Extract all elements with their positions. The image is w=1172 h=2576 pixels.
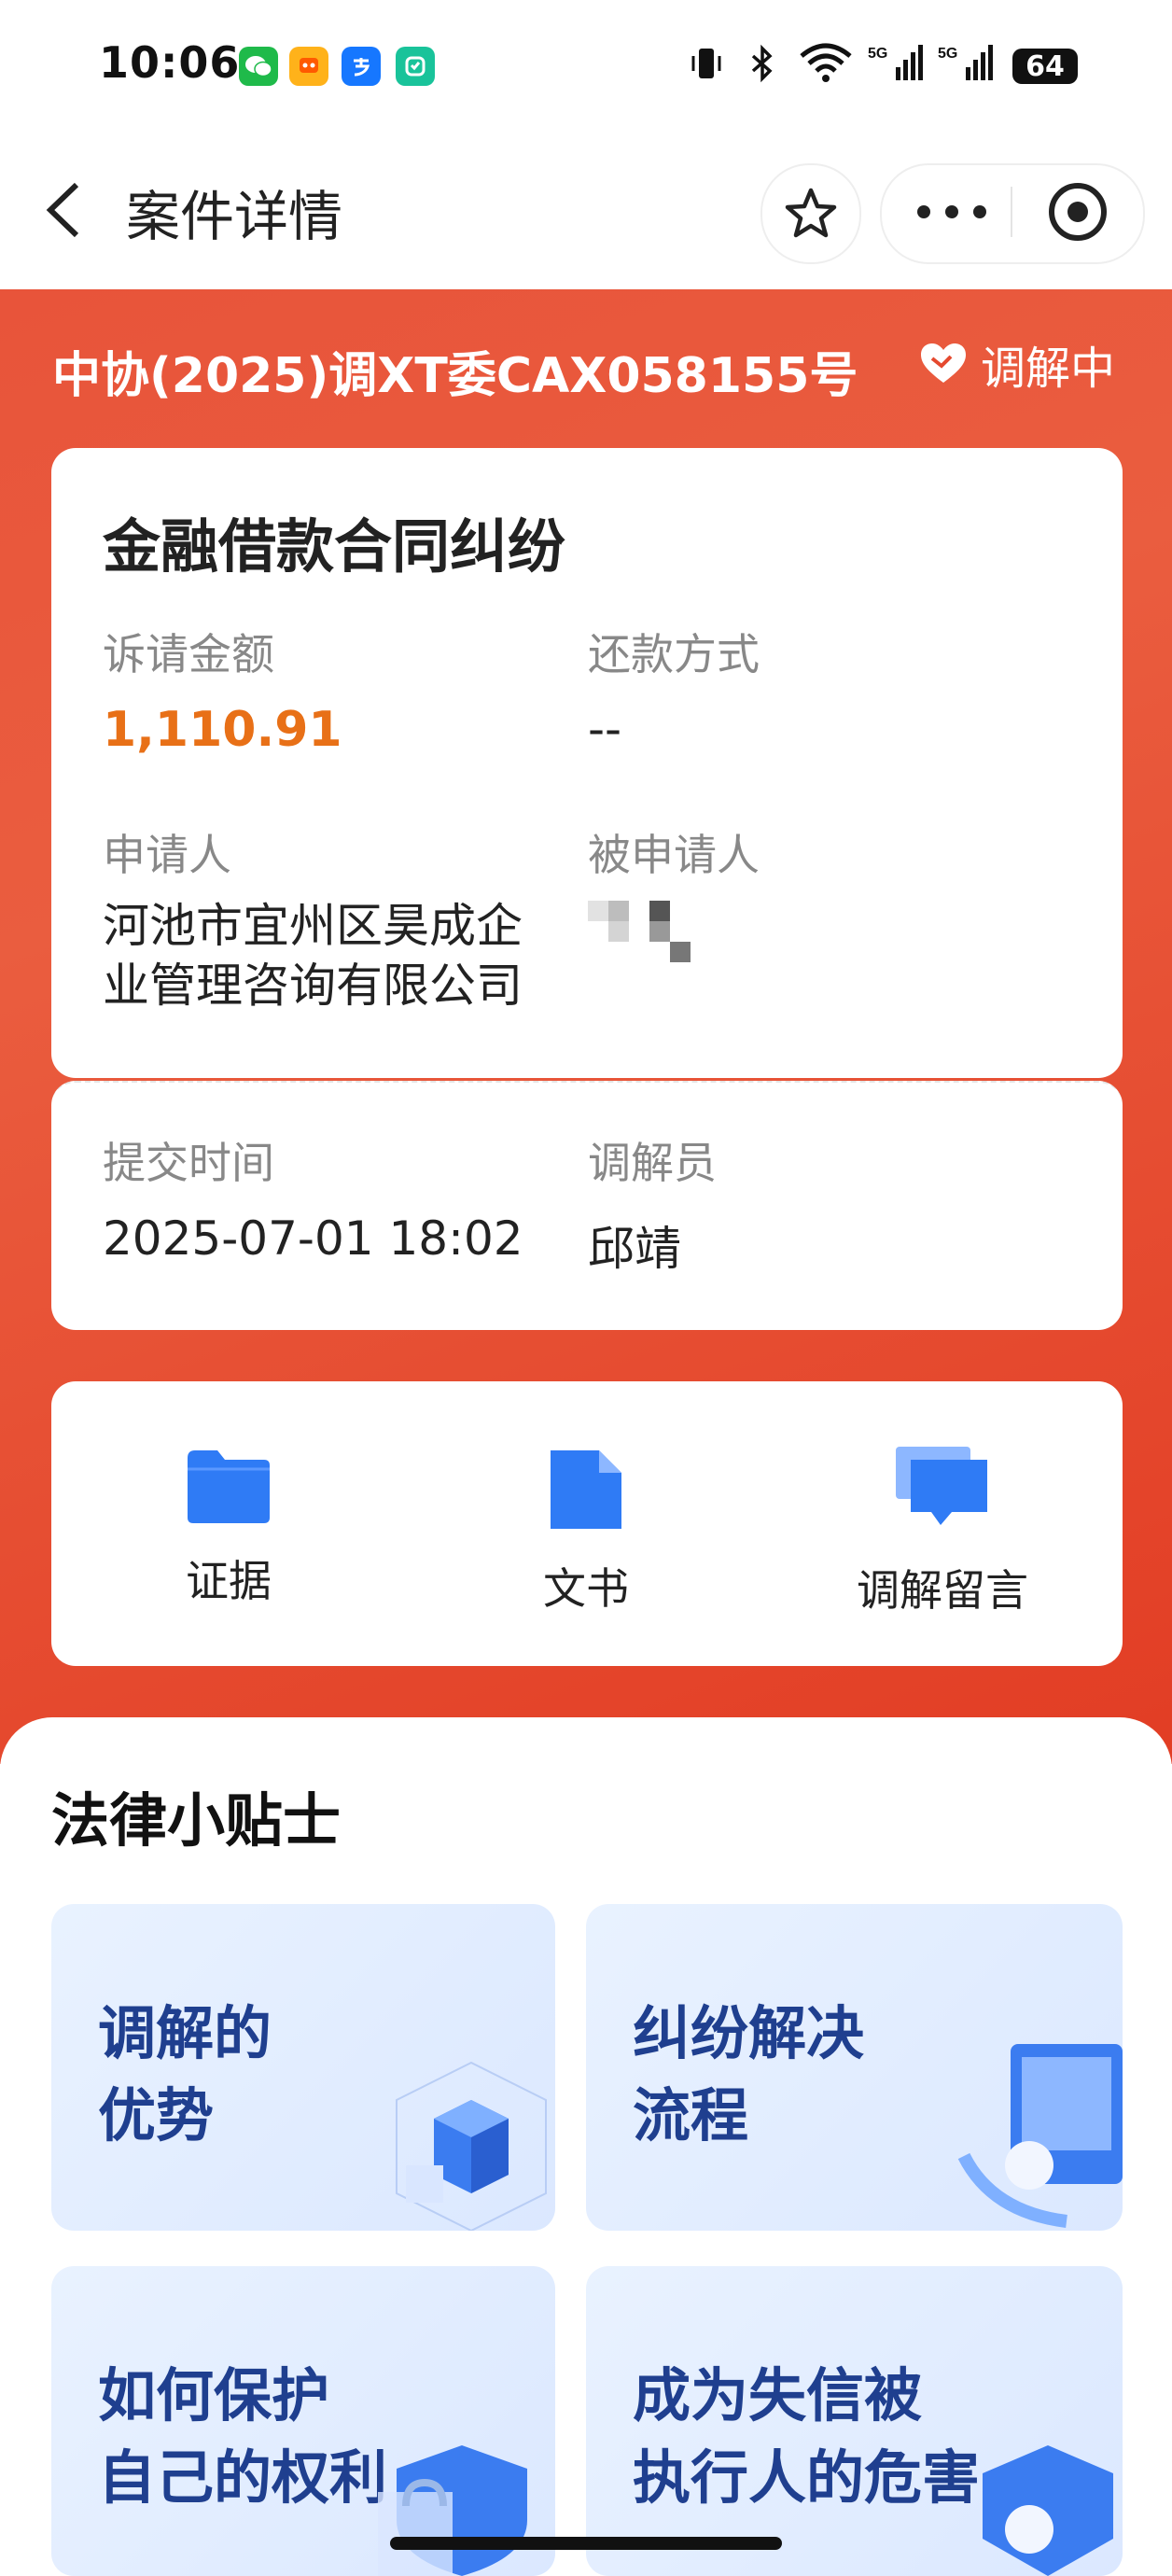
vibrate-icon <box>686 43 727 93</box>
submission-card <box>51 1081 1123 1330</box>
screen-illustration <box>957 2044 1123 2228</box>
submit-time-label: 提交时间 <box>103 1138 274 1188</box>
heart-handshake-icon <box>921 343 966 383</box>
wechat-icon <box>239 47 278 86</box>
applicant-value: 河池市宜州区昊成企业管理咨询有限公司 <box>103 899 523 1013</box>
case-status-badge: 调解中 <box>919 336 1115 395</box>
documents-button[interactable]: 文书 <box>446 1447 726 1617</box>
amount-value: 1,110.91 <box>103 702 342 758</box>
battery-icon: 64 <box>1012 49 1078 84</box>
home-indicator[interactable] <box>390 2537 782 2550</box>
warning-illustration <box>983 2445 1113 2576</box>
mediation-message-button[interactable]: 调解留言 <box>802 1445 1082 1618</box>
respondent-label: 被申请人 <box>588 830 760 880</box>
signal-5g-icon: 5G <box>868 43 924 93</box>
tip-text: 如何保护 自己的权利 <box>98 2361 388 2512</box>
capsule-divider <box>1011 187 1012 237</box>
battery-level: 64 <box>1026 49 1065 83</box>
message-icon <box>896 1447 987 1525</box>
amount-label: 诉请金额 <box>103 629 274 679</box>
evidence-button[interactable]: 证据 <box>89 1447 369 1609</box>
tip-text: 成为失信被 执行人的危害 <box>633 2361 981 2512</box>
cube-illustration <box>396 2061 547 2231</box>
documents-label: 文书 <box>543 1563 629 1614</box>
taobao-icon <box>289 47 328 86</box>
tip-card-mediation-advantages[interactable]: 调解的 优势 <box>51 1904 555 2231</box>
bluetooth-icon <box>742 43 783 93</box>
tips-title: 法律小贴士 <box>51 1786 342 1855</box>
respondent-value-masked <box>588 901 692 966</box>
folder-icon <box>188 1450 270 1523</box>
page-title: 案件详情 <box>126 185 343 248</box>
tip-card-dispute-process[interactable]: 纠纷解决 流程 <box>586 1904 1123 2231</box>
tip-card-protect-rights[interactable]: 如何保护 自己的权利 <box>51 2266 555 2576</box>
submit-time-value: 2025-07-01 18:02 <box>103 1211 523 1266</box>
chevron-left-icon[interactable] <box>37 177 93 243</box>
repay-method-value: -- <box>588 702 622 756</box>
evidence-label: 证据 <box>186 1556 272 1606</box>
alipay-icon <box>342 47 381 86</box>
target-icon[interactable] <box>1045 179 1110 248</box>
case-number: 中协(2025)调XT委CAX058155号 <box>52 348 858 404</box>
status-time: 10:06 <box>99 37 241 88</box>
case-type-title: 金融借款合同纠纷 <box>103 512 566 581</box>
applicant-label: 申请人 <box>103 830 231 880</box>
favorite-button[interactable] <box>760 163 861 264</box>
case-status: 调解中 <box>981 343 1116 395</box>
document-icon <box>551 1450 621 1529</box>
app-icon <box>396 47 435 86</box>
signal-5g-icon-2: 5G <box>938 43 994 93</box>
svg-text:5G: 5G <box>938 46 957 62</box>
tip-card-dishonest-debtor[interactable]: 成为失信被 执行人的危害 <box>586 2266 1123 2576</box>
repay-method-label: 还款方式 <box>588 629 760 679</box>
mediator-value: 邱靖 <box>588 1222 681 1276</box>
more-icon[interactable] <box>914 191 989 236</box>
mediation-message-label: 调解留言 <box>857 1565 1028 1616</box>
tip-text: 纠纷解决 流程 <box>633 1999 865 2149</box>
tip-text: 调解的 优势 <box>98 1999 272 2149</box>
mediator-label: 调解员 <box>588 1138 717 1188</box>
svg-text:5G: 5G <box>868 46 887 62</box>
shield-illustration <box>378 2445 527 2576</box>
star-icon <box>785 188 837 238</box>
wifi-icon <box>798 43 854 93</box>
